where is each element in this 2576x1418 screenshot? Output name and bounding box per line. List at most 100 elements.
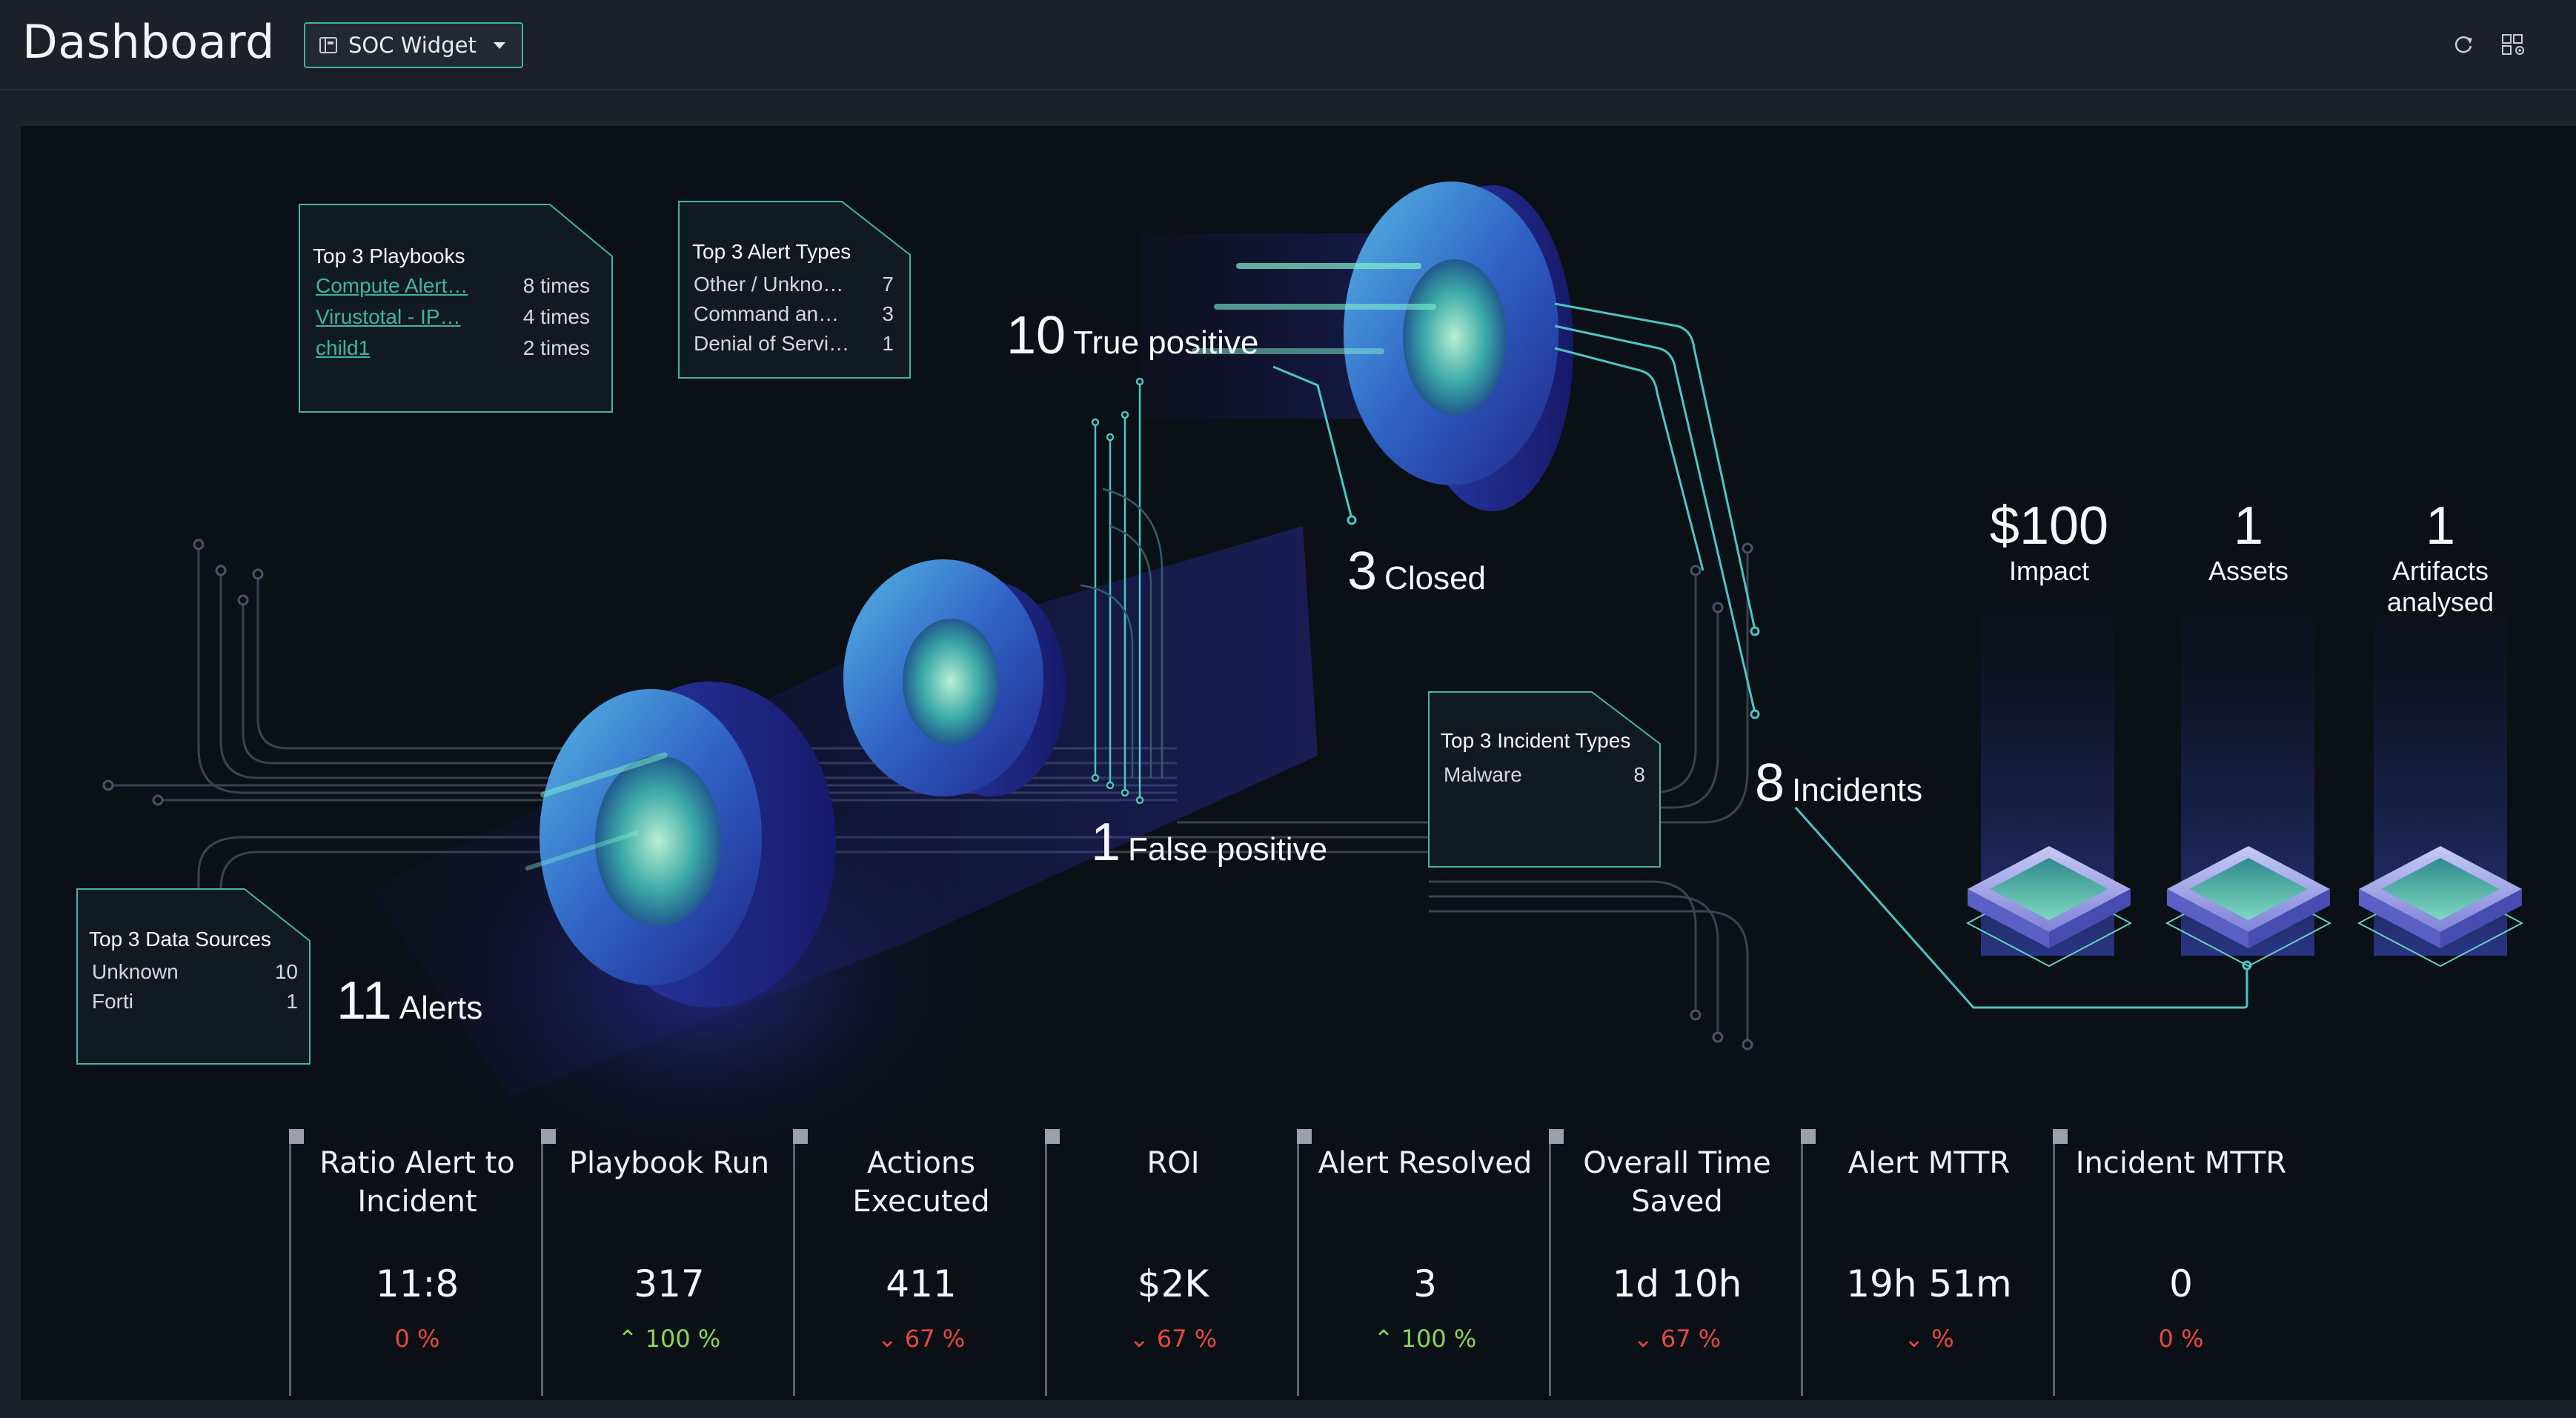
metric-playbook-run[interactable]: Playbook Run 317 ⌃ 100 % (541, 1129, 795, 1396)
widget-selector-dropdown[interactable]: SOC Widget (304, 22, 523, 68)
top-incident-types-card: Top 3 Incident Types Malware 8 (1427, 690, 1662, 868)
metric-overall-time-saved[interactable]: Overall Time Saved 1d 10h ⌄ 67 % (1549, 1129, 1803, 1396)
closed-label: Closed (1384, 560, 1487, 596)
alert-type-count: 1 (882, 332, 894, 355)
metric-value: 0 (2169, 1262, 2193, 1305)
metric-change: ⌄ 67 % (1129, 1325, 1218, 1353)
metric-roi[interactable]: ROI $2K ⌄ 67 % (1045, 1129, 1299, 1396)
incidents-label: Incidents (1792, 772, 1923, 808)
alerts-label: Alerts (399, 990, 483, 1026)
metric-ratio-alert-to-incident[interactable]: Ratio Alert to Incident 11:8 0 % (289, 1129, 543, 1396)
incident-type-name: Malware (1444, 763, 1522, 786)
top-data-sources-title: Top 3 Data Sources (89, 928, 271, 951)
false-positive-count: 1 (1091, 813, 1121, 872)
artifacts-label: Artifacts analysed (2386, 556, 2494, 617)
true-positive-stat: 10 True positive (1006, 305, 1258, 366)
true-positive-count: 10 (1006, 306, 1066, 365)
metric-marker (2053, 1129, 2068, 1144)
chevron-down-icon (494, 41, 505, 49)
top-alert-types-title: Top 3 Alert Types (692, 240, 852, 263)
playbook-link[interactable]: Virustotal - IP… (316, 305, 479, 329)
metric-name: Overall Time Saved (1583, 1146, 1771, 1219)
incident-type-count: 8 (1633, 763, 1645, 786)
metric-value: 3 (1413, 1262, 1437, 1305)
chevron-up-icon: ⌃ (617, 1325, 645, 1353)
metric-value: 317 (634, 1262, 705, 1305)
metric-value: 1d 10h (1612, 1262, 1742, 1305)
chevron-down-icon: ⌄ (1129, 1325, 1157, 1353)
alerts-count: 11 (336, 971, 392, 1031)
metric-value: 11:8 (375, 1262, 459, 1305)
data-source-name: Forti (92, 990, 133, 1013)
artifacts-kpi: 1 Artifacts analysed (2359, 496, 2522, 618)
metric-incident-mttr[interactable]: Incident MTTR 0 0 % (2053, 1129, 2307, 1396)
metric-marker (793, 1129, 808, 1144)
playbook-count: 8 times (522, 274, 590, 297)
metric-name: Ratio Alert to Incident (319, 1146, 515, 1219)
metric-change: 0 % (2158, 1325, 2204, 1353)
playbook-count: 4 times (522, 305, 590, 328)
closed-stat: 3 Closed (1347, 541, 1486, 602)
metric-change: ⌄ 67 % (1633, 1325, 1722, 1353)
metric-name: Alert MTTR (1848, 1146, 2011, 1180)
metric-alert-resolved[interactable]: Alert Resolved 3 ⌃ 100 % (1297, 1129, 1551, 1396)
list-item[interactable]: child1 2 times (316, 336, 590, 363)
list-item: Denial of Servi… 1 (694, 332, 894, 359)
impact-label: Impact (2008, 556, 2090, 586)
alerts-stat: 11 Alerts (336, 971, 482, 1031)
list-item[interactable]: Virustotal - IP… 4 times (316, 305, 590, 332)
metric-marker (1801, 1129, 1816, 1144)
list-item: Other / Unkno… 7 (694, 273, 894, 299)
metric-marker (1045, 1129, 1060, 1144)
incidents-count: 8 (1755, 753, 1785, 813)
false-positive-stat: 1 False positive (1091, 812, 1327, 873)
top-alert-types-card: Top 3 Alert Types Other / Unkno… 7 Comma… (677, 200, 912, 379)
metrics-row: Ratio Alert to Incident 11:8 0 % Playboo… (289, 1129, 2312, 1396)
metric-name: Incident MTTR (2075, 1146, 2287, 1180)
top-playbooks-card: Top 3 Playbooks Compute Alert… 8 times V… (298, 203, 614, 413)
chevron-down-icon: ⌄ (1904, 1325, 1932, 1353)
metric-name: Alert Resolved (1318, 1146, 1533, 1180)
chevron-up-icon: ⌃ (1373, 1325, 1401, 1353)
processing-ring (843, 559, 1066, 796)
metric-name: Actions Executed (852, 1146, 990, 1219)
widget-icon (319, 37, 337, 53)
playbook-link[interactable]: Compute Alert… (316, 274, 479, 298)
metric-change: ⌃ 100 % (1373, 1325, 1477, 1353)
metric-change: ⌄ 67 % (877, 1325, 966, 1353)
list-item: Forti 1 (92, 990, 298, 1016)
assets-value: 1 (2233, 496, 2264, 556)
chevron-down-icon: ⌄ (1633, 1325, 1661, 1353)
data-source-count: 1 (286, 990, 298, 1013)
page-title: Dashboard (22, 15, 275, 69)
footer-bar (0, 1400, 2576, 1418)
refresh-icon[interactable] (2450, 31, 2477, 58)
data-source-name: Unknown (92, 960, 179, 983)
metric-actions-executed[interactable]: Actions Executed 411 ⌄ 67 % (793, 1129, 1047, 1396)
data-source-count: 10 (274, 960, 298, 983)
metric-name: Playbook Run (568, 1146, 770, 1180)
playbook-link[interactable]: child1 (316, 336, 479, 360)
alert-type-name: Other / Unkno… (694, 273, 844, 296)
impact-value: $100 (1989, 496, 2109, 556)
list-item: Malware 8 (1444, 763, 1645, 790)
metric-value: 19h 51m (1846, 1262, 2012, 1305)
assets-label: Assets (2208, 556, 2289, 586)
metric-marker (289, 1129, 304, 1144)
assets-kpi: 1 Assets (2160, 496, 2337, 587)
playbook-count: 2 times (522, 336, 590, 359)
widget-selector-label: SOC Widget (348, 33, 477, 58)
list-item: Command an… 3 (694, 302, 894, 329)
metric-marker (541, 1129, 556, 1144)
dashboard-settings-icon[interactable] (2500, 31, 2527, 58)
alert-type-count: 3 (882, 302, 894, 325)
list-item[interactable]: Compute Alert… 8 times (316, 274, 590, 301)
list-item: Unknown 10 (92, 960, 298, 987)
true-positive-label: True positive (1073, 324, 1259, 361)
metric-value: $2K (1137, 1262, 1209, 1305)
top-data-sources-card: Top 3 Data Sources Unknown 10 Forti 1 (76, 888, 311, 1065)
alert-type-name: Denial of Servi… (694, 332, 850, 355)
top-bar: Dashboard SOC Widget (0, 0, 2576, 90)
metric-name: ROI (1146, 1146, 1200, 1180)
metric-alert-mttr[interactable]: Alert MTTR 19h 51m ⌄ % (1801, 1129, 2055, 1396)
